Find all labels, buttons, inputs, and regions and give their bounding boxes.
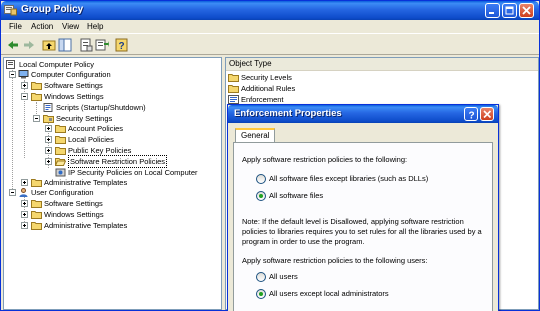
radio-all-users-label[interactable]: All users <box>269 272 298 282</box>
tree-label: Windows Settings <box>44 92 104 101</box>
list-item-label: Additional Rules <box>241 84 296 93</box>
forward-arrow-icon[interactable] <box>22 38 36 52</box>
group-policy-app-icon <box>4 5 17 16</box>
radio-all-except-libraries-label[interactable]: All software files except libraries (suc… <box>269 174 489 184</box>
close-icon <box>522 6 531 15</box>
back-arrow-icon[interactable] <box>6 38 20 52</box>
console-tree: Local Computer Policy Computer Configura… <box>3 57 222 310</box>
tree-label: Software Settings <box>44 199 103 208</box>
libraries-note: Note: If the default level is Disallowed… <box>242 217 482 246</box>
properties-icon[interactable] <box>79 38 93 52</box>
tree-label: Administrative Templates <box>44 221 128 230</box>
export-list-icon[interactable] <box>95 38 109 52</box>
collapse-toggle[interactable] <box>9 71 16 78</box>
tree-label: Windows Settings <box>44 210 104 219</box>
tree-label: Local Policies <box>68 135 114 144</box>
tree-connector <box>12 70 13 189</box>
folder-open-icon <box>55 158 66 166</box>
column-header-label: Object Type <box>229 59 272 68</box>
folder-icon <box>31 93 42 101</box>
svg-text:?: ? <box>469 111 475 120</box>
policy-icon <box>6 60 15 69</box>
column-header-object-type[interactable]: Object Type <box>226 58 538 71</box>
minimize-icon <box>489 12 494 14</box>
tree-label: Software Settings <box>44 81 103 90</box>
folder-icon <box>31 179 42 187</box>
tree-label: Scripts (Startup/Shutdown) <box>56 103 146 112</box>
folder-icon <box>228 74 239 82</box>
menu-view[interactable]: View <box>62 22 79 31</box>
security-settings-icon <box>43 115 54 123</box>
radio-all-software-files-label[interactable]: All software files <box>269 191 323 201</box>
show-hide-console-tree-icon[interactable] <box>58 38 72 52</box>
script-icon <box>43 103 53 112</box>
window-title: Group Policy <box>21 4 84 15</box>
menu-action[interactable]: Action <box>31 22 53 31</box>
ip-security-icon <box>55 168 66 177</box>
user-icon <box>19 188 28 197</box>
up-one-level-icon[interactable] <box>42 38 56 52</box>
folder-icon <box>31 200 42 208</box>
folder-icon <box>31 211 42 219</box>
tree-label: User Configuration <box>31 188 94 197</box>
dialog-title: Enforcement Properties <box>234 108 342 119</box>
radio-all-except-libraries[interactable] <box>256 174 266 184</box>
tab-general[interactable]: General <box>235 128 276 142</box>
group-policy-window: Group Policy File Action View Help ? Loc… <box>0 0 540 311</box>
dialog-help-button[interactable]: ? <box>464 107 478 121</box>
toolbar: ? <box>1 35 539 55</box>
folder-icon <box>55 125 66 133</box>
menu-file[interactable]: File <box>9 22 22 31</box>
section-users-label: Apply software restriction policies to t… <box>242 256 428 265</box>
expand-toggle[interactable] <box>45 158 52 165</box>
expand-toggle[interactable] <box>45 125 52 132</box>
folder-icon <box>31 82 42 90</box>
expand-toggle[interactable] <box>21 222 28 229</box>
dialog-close-button[interactable] <box>480 107 494 121</box>
folder-icon <box>55 147 66 155</box>
radio-except-local-admins[interactable] <box>256 289 266 299</box>
collapse-toggle[interactable] <box>33 115 40 122</box>
close-icon <box>483 110 492 119</box>
policy-setting-icon <box>228 95 239 104</box>
enforcement-properties-dialog: Enforcement Properties ? General Apply s… <box>227 104 499 311</box>
section-files-label: Apply software restriction policies to t… <box>242 155 408 164</box>
general-tab-panel: Apply software restriction policies to t… <box>233 142 493 311</box>
computer-icon <box>18 70 29 79</box>
radio-all-users[interactable] <box>256 272 266 282</box>
menu-bar: File Action View Help <box>1 20 539 34</box>
tree-label: Account Policies <box>68 124 124 133</box>
radio-all-software-files[interactable] <box>256 191 266 201</box>
expand-toggle[interactable] <box>21 179 28 186</box>
maximize-button[interactable] <box>502 3 517 18</box>
title-bar[interactable]: Group Policy <box>1 1 539 20</box>
list-item-label: Security Levels <box>241 73 292 82</box>
expand-toggle[interactable] <box>21 211 28 218</box>
collapse-toggle[interactable] <box>21 93 28 100</box>
radio-except-local-admins-label[interactable]: All users except local administrators <box>269 289 389 299</box>
expand-toggle[interactable] <box>45 136 52 143</box>
tree-connector <box>24 80 25 158</box>
folder-icon <box>55 136 66 144</box>
folder-icon <box>228 85 239 93</box>
maximize-icon <box>505 6 514 15</box>
expand-toggle[interactable] <box>21 82 28 89</box>
expand-toggle[interactable] <box>21 200 28 207</box>
folder-icon <box>31 222 42 230</box>
close-button[interactable] <box>519 3 534 18</box>
collapse-toggle[interactable] <box>9 189 16 196</box>
menu-help[interactable]: Help <box>87 22 103 31</box>
help-question-icon: ? <box>469 111 475 120</box>
svg-text:?: ? <box>119 41 125 52</box>
help-icon[interactable]: ? <box>115 38 129 52</box>
dialog-title-bar[interactable]: Enforcement Properties ? <box>228 105 498 123</box>
expand-toggle[interactable] <box>45 147 52 154</box>
minimize-button[interactable] <box>485 3 500 18</box>
tree-label: Computer Configuration <box>31 70 111 79</box>
